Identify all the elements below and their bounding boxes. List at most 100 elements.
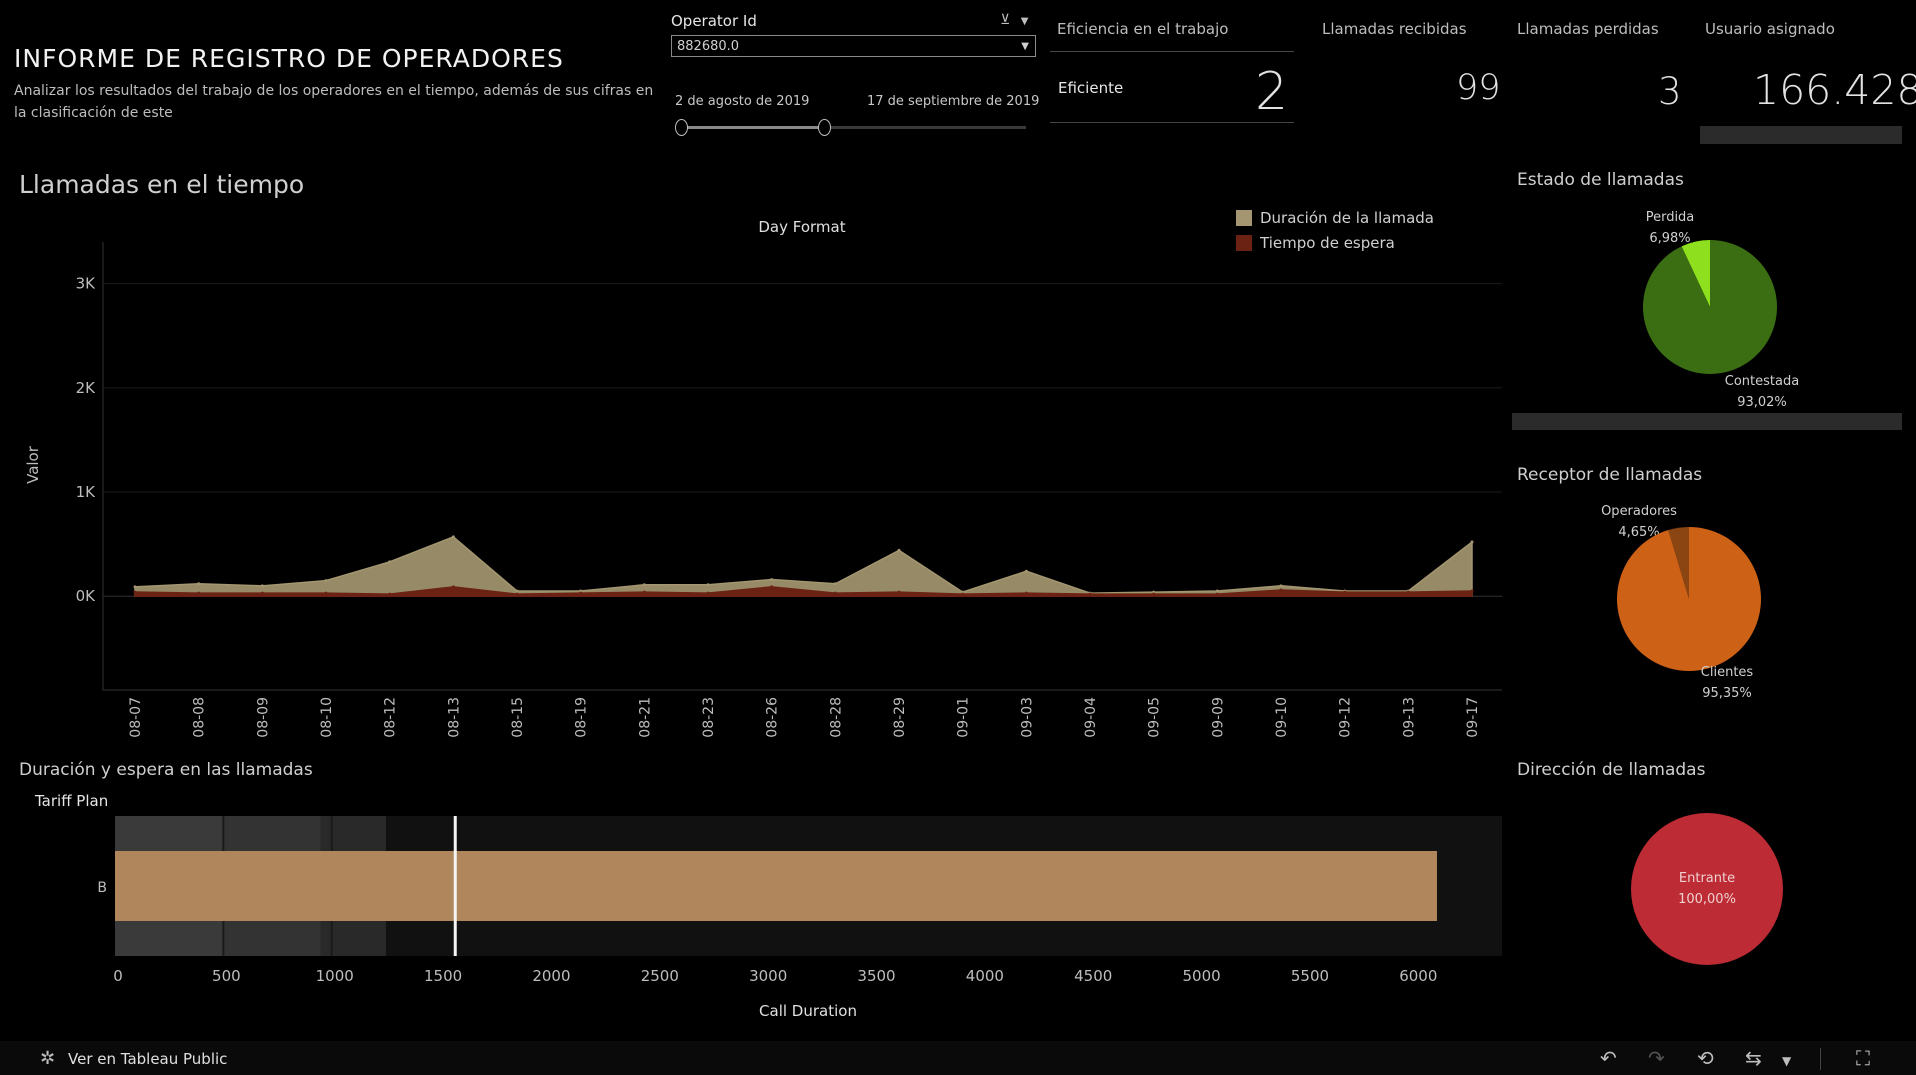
data-point (1215, 592, 1219, 596)
x-tick-label: 3500 (857, 967, 895, 985)
fullscreen-icon[interactable]: ⛶ (1856, 1046, 1870, 1070)
data-point (897, 590, 901, 594)
data-point (388, 592, 392, 596)
call-direction-pie[interactable]: Entrante 100,00% (1530, 800, 1900, 970)
y-tick-label: 2K (76, 379, 97, 397)
pie-percent: 95,35% (1702, 686, 1752, 701)
pie-slice-clientes (1617, 527, 1761, 671)
y-tick-label: 0K (76, 587, 97, 605)
receiver-title: Receptor de llamadas (1517, 465, 1703, 485)
x-tick-label: 08-21 (637, 697, 653, 738)
x-tick-label: 09-05 (1147, 697, 1163, 738)
chart-title: Day Format (758, 218, 845, 236)
data-point (260, 584, 264, 588)
data-point (1343, 590, 1347, 594)
x-tick-label: 5500 (1291, 967, 1329, 985)
date-range-end: 17 de septiembre de 2019 (867, 94, 1040, 109)
x-tick-label: 0 (113, 967, 123, 985)
data-point (1215, 589, 1219, 593)
pie-label: Clientes (1701, 665, 1754, 680)
x-tick-label: 4000 (966, 967, 1004, 985)
calls-over-time-chart[interactable]: 3K 2K 1K 0K Valor Day Format 08-07 08-08 08-09 08… (0, 200, 1510, 745)
x-tick-label: 4500 (1074, 967, 1112, 985)
legend-swatch (1236, 210, 1252, 226)
received-calls-value: 99 (1456, 68, 1501, 108)
filter-controls[interactable]: ⊻ ▼ (1000, 12, 1028, 28)
timeline-title: Llamadas en el tiempo (19, 170, 305, 199)
pie-slice-contestada (1643, 240, 1777, 374)
data-point (961, 592, 965, 596)
x-tick-label: 08-26 (765, 697, 781, 738)
pie-percent: 93,02% (1737, 395, 1787, 410)
share-icon[interactable]: ⇆ (1745, 1046, 1762, 1070)
data-point (451, 535, 455, 539)
pie-label: Perdida (1646, 210, 1695, 225)
date-slider-range (680, 126, 824, 129)
data-point (515, 589, 519, 593)
date-slider-start-handle[interactable] (675, 119, 688, 136)
page-title: INFORME DE REGISTRO DE OPERADORES (14, 44, 564, 73)
lost-calls-label: Llamadas perdidas (1517, 20, 1659, 38)
efficiency-value: 2 (1255, 62, 1289, 122)
legend-label: Tiempo de espera (1259, 234, 1395, 252)
data-point (642, 590, 646, 594)
efficiency-category: Eficiente (1058, 79, 1124, 97)
data-point (706, 583, 710, 587)
divider (1050, 51, 1294, 52)
data-point (833, 591, 837, 595)
x-tick-label: 08-08 (192, 697, 208, 738)
footer-bar (0, 1041, 1916, 1075)
view-on-tableau-link[interactable]: Ver en Tableau Public (68, 1050, 227, 1068)
data-point (897, 548, 901, 552)
call-status-pie[interactable]: Perdida 6,98% Contestada 93,02% (1530, 200, 1900, 410)
x-tick-label: 09-17 (1465, 697, 1481, 738)
x-tick-label: 09-12 (1338, 697, 1354, 738)
chevron-down-icon[interactable]: ▼ (1021, 36, 1029, 58)
date-slider-end-handle[interactable] (818, 119, 831, 136)
x-tick-label: 09-01 (956, 697, 972, 738)
redo-icon[interactable]: ↷ (1648, 1046, 1665, 1070)
legend-label: Duración de la llamada (1260, 209, 1434, 227)
assigned-user-value: 166.428 (1753, 66, 1916, 114)
filter-menu-icon[interactable]: ▼ (1021, 16, 1029, 27)
x-tick-label: 3000 (749, 967, 787, 985)
direction-title: Dirección de llamadas (1517, 760, 1706, 780)
status-bar (1512, 413, 1902, 430)
data-point (324, 591, 328, 595)
pie-percent: 6,98% (1649, 231, 1690, 246)
kpi-bar (1700, 126, 1902, 144)
duration-bar-chart[interactable]: B Tariff Plan 0 500 1000 1500 2000 2500 3000 3500… (0, 790, 1510, 1030)
call-receiver-pie[interactable]: Operadores4,65%Clientes95,35% (1530, 495, 1900, 710)
x-tick-label: 1000 (316, 967, 354, 985)
operator-id-select[interactable]: 882680.0 ▼ (671, 35, 1036, 57)
data-point (642, 583, 646, 587)
data-point (833, 582, 837, 586)
series-area-1 (134, 535, 1473, 597)
y-category-label: B (97, 880, 107, 896)
data-point (324, 579, 328, 583)
data-point (451, 585, 455, 589)
bar-B (115, 851, 1437, 921)
status-title: Estado de llamadas (1517, 170, 1684, 190)
clear-filter-icon[interactable]: ⊻ (1000, 12, 1010, 28)
share-menu-icon[interactable]: ▼ (1782, 1054, 1791, 1068)
data-point (260, 591, 264, 595)
y-tick-label: 1K (76, 483, 97, 501)
y-axis-label: Valor (24, 445, 42, 484)
x-tick-label: 08-23 (701, 697, 717, 738)
operator-id-label: Operator Id (671, 12, 757, 30)
x-tick-label: 09-10 (1274, 697, 1290, 738)
x-tick-label: 2500 (641, 967, 679, 985)
data-point (770, 578, 774, 582)
data-point (388, 560, 392, 564)
revert-icon[interactable]: ⟲ (1697, 1046, 1714, 1070)
data-point (1279, 584, 1283, 588)
x-tick-label: 08-12 (383, 697, 399, 738)
data-point (579, 591, 583, 595)
data-point (1470, 540, 1474, 544)
received-calls-label: Llamadas recibidas (1322, 20, 1467, 38)
x-tick-label: 500 (212, 967, 241, 985)
page-subtitle: Analizar los resultados del trabajo de l… (14, 83, 654, 121)
undo-icon[interactable]: ↶ (1600, 1046, 1617, 1070)
x-tick-label: 2000 (532, 967, 570, 985)
